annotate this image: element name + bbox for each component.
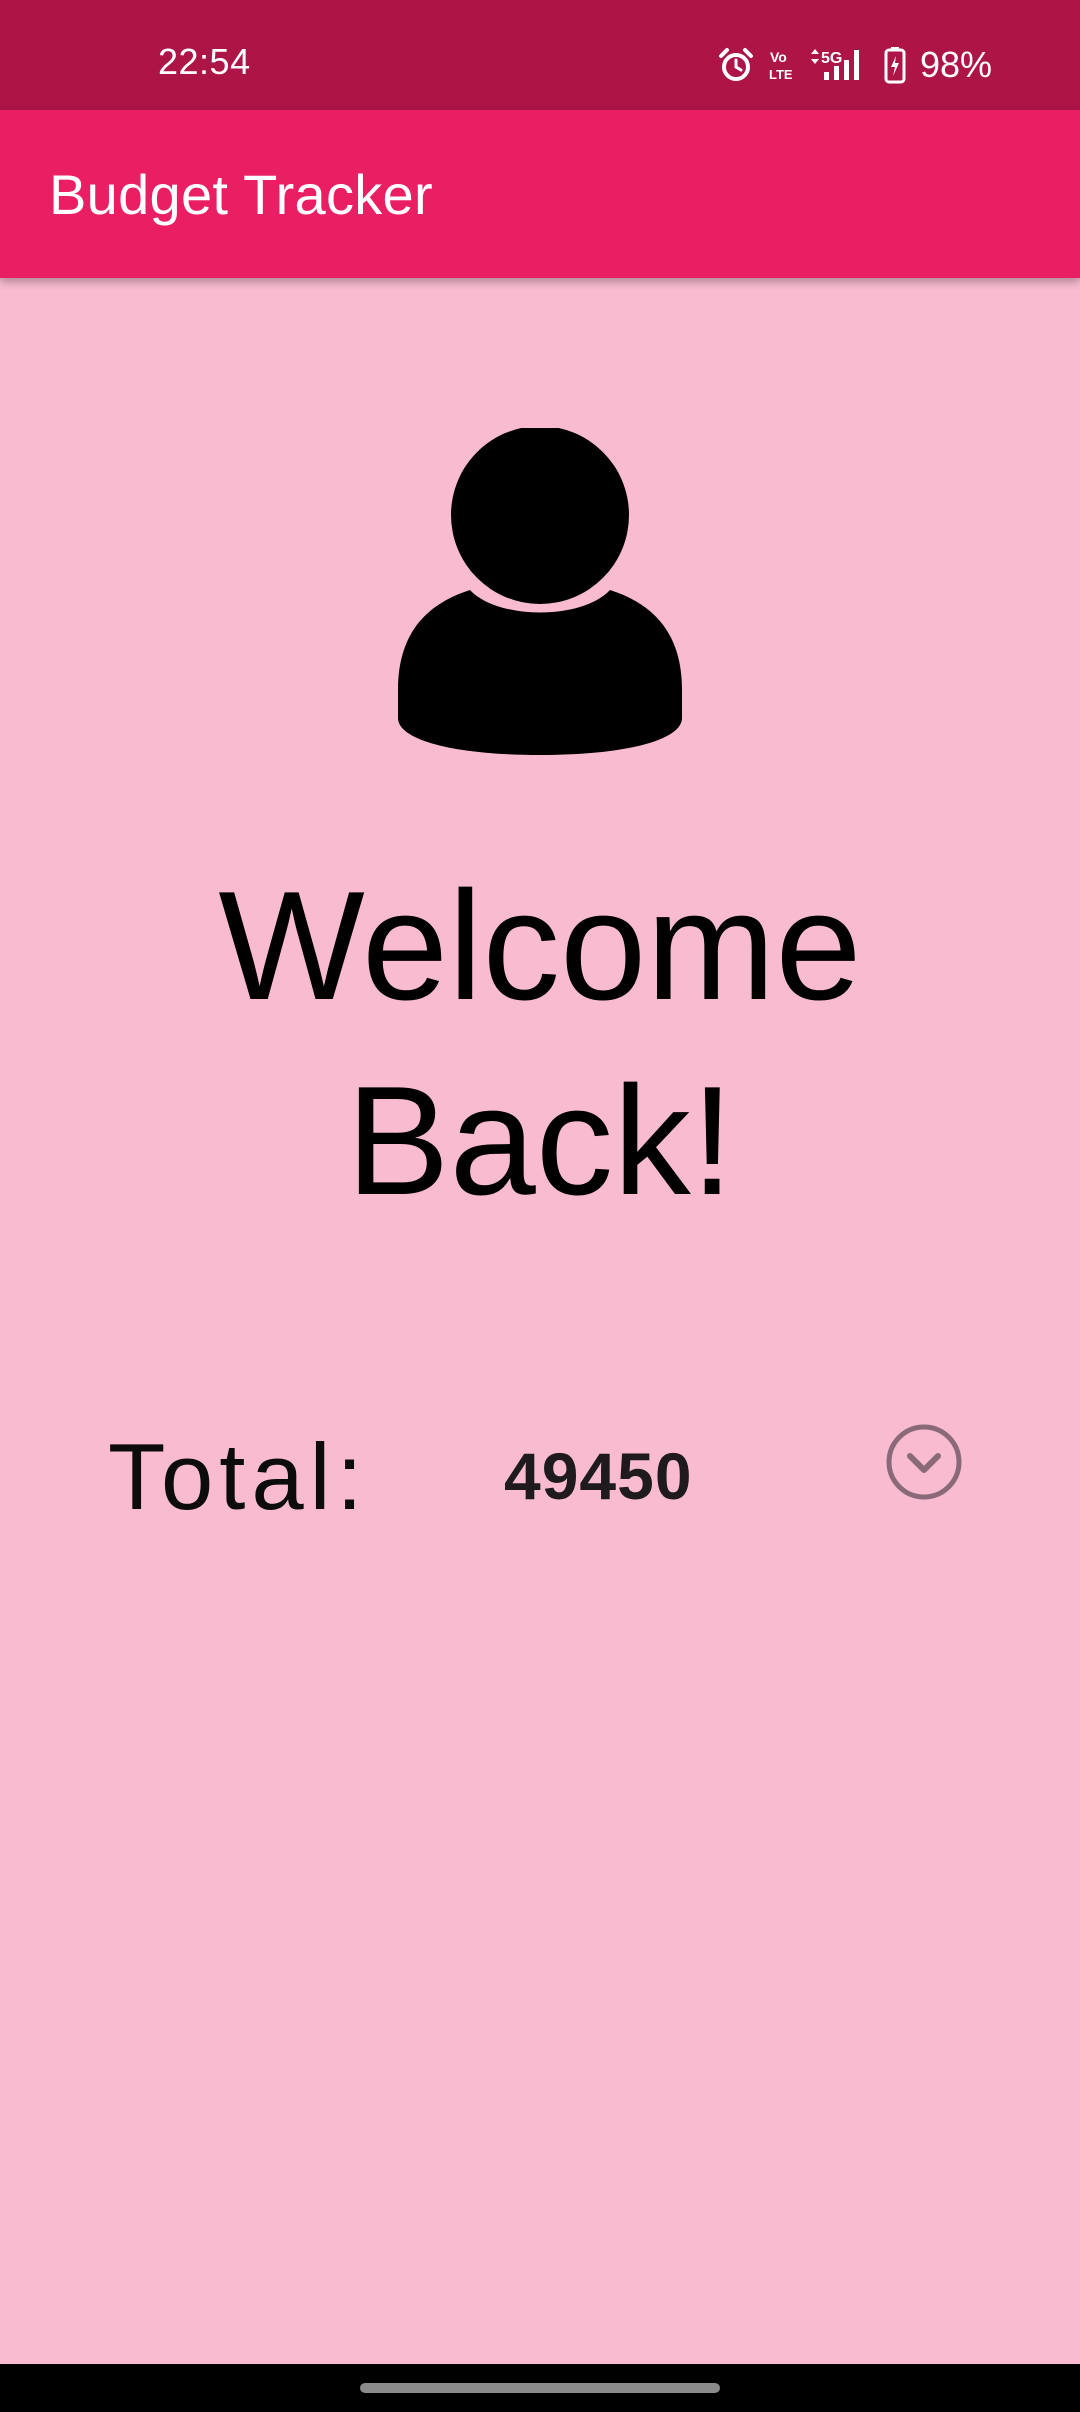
alarm-icon (718, 47, 754, 83)
total-row: Total: 49450 (0, 1420, 1080, 1540)
total-value: 49450 (504, 1439, 693, 1513)
person-icon (396, 426, 684, 758)
welcome-heading: Welcome Back! (0, 848, 1080, 1238)
svg-text:Vo: Vo (770, 49, 787, 65)
battery-icon (884, 46, 906, 84)
battery-percent: 98% (919, 44, 992, 85)
gesture-handle[interactable] (360, 2383, 720, 2393)
chevron-down-circle-icon (886, 1424, 962, 1500)
app-bar: Budget Tracker (0, 110, 1080, 278)
svg-text:5G: 5G (821, 50, 842, 67)
app-title: Budget Tracker (49, 163, 433, 226)
navigation-bar (0, 2364, 1080, 2412)
total-dropdown-button[interactable] (884, 1422, 964, 1502)
status-bar: 22:54 Vo LTE 5G 98% (0, 0, 1080, 110)
status-time: 22:54 (158, 41, 251, 82)
5g-signal-icon: 5G (808, 46, 870, 84)
status-icons: Vo LTE 5G 98% (718, 46, 992, 84)
welcome-line-2: Back! (346, 1054, 734, 1227)
total-label: Total: (108, 1424, 369, 1529)
volte-icon: Vo LTE (768, 47, 794, 83)
svg-text:LTE: LTE (769, 67, 793, 82)
welcome-line-1: Welcome (218, 859, 862, 1032)
